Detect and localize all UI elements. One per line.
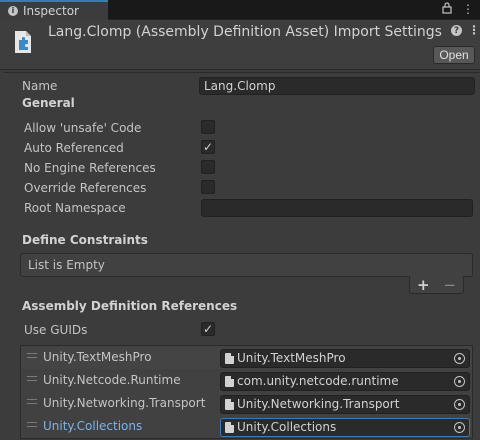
define-constraints-list: List is Empty [20, 253, 473, 277]
root-namespace-label: Root Namespace [24, 201, 126, 215]
asset-header: Lang.Clomp (Assembly Definition Asset) I… [0, 20, 480, 70]
reference-asset-name: Unity.TextMeshPro [237, 351, 346, 365]
assembly-definition-icon [12, 30, 34, 54]
lock-icon[interactable] [442, 2, 452, 17]
checkmark-icon: ✓ [202, 322, 214, 336]
use-guids-checkbox[interactable]: ✓ [201, 322, 215, 336]
reference-row-selected[interactable]: Unity.Collections Unity.Collections [21, 416, 472, 438]
use-guids-label: Use GUIDs [24, 323, 88, 337]
object-picker-icon[interactable] [454, 353, 465, 364]
reference-row[interactable]: Unity.Netcode.Runtime com.unity.netcode.… [21, 370, 472, 392]
open-button[interactable]: Open [433, 46, 475, 64]
reference-object-field[interactable]: Unity.TextMeshPro [220, 349, 470, 368]
info-icon: i [8, 6, 18, 16]
remove-constraint-button[interactable]: − [443, 276, 456, 294]
define-constraints-header: Define Constraints [22, 233, 148, 247]
auto-referenced-checkbox[interactable]: ✓ [201, 140, 215, 154]
inspector-tab-label: Inspector [23, 4, 79, 18]
kebab-menu-icon[interactable]: ⋮ [462, 2, 474, 17]
reference-row[interactable]: Unity.Networking.Transport Unity.Network… [21, 393, 472, 415]
name-field[interactable]: Lang.Clomp [199, 77, 475, 95]
drag-handle-icon[interactable] [27, 353, 37, 361]
object-picker-icon[interactable] [454, 422, 465, 433]
reference-object-field[interactable]: Unity.Collections [220, 418, 470, 437]
drag-handle-icon[interactable] [27, 399, 37, 407]
reference-asset-name: Unity.Collections [237, 420, 337, 434]
name-label: Name [22, 79, 58, 93]
asset-title: Lang.Clomp (Assembly Definition Asset) I… [48, 24, 442, 40]
add-constraint-button[interactable]: + [417, 276, 430, 294]
root-namespace-field[interactable] [201, 199, 473, 217]
header-divider [4, 72, 480, 73]
assembly-references-header: Assembly Definition References [22, 299, 238, 313]
override-references-label: Override References [24, 181, 147, 195]
override-references-checkbox[interactable] [201, 180, 215, 194]
drag-handle-icon[interactable] [27, 376, 37, 384]
allow-unsafe-label: Allow 'unsafe' Code [24, 121, 142, 135]
list-empty-text: List is Empty [28, 258, 105, 272]
checkmark-icon: ✓ [202, 140, 214, 154]
reference-asset-name: Unity.Networking.Transport [237, 397, 400, 411]
object-picker-icon[interactable] [454, 399, 465, 410]
asset-file-icon [225, 399, 234, 410]
help-icon[interactable]: ? [451, 25, 462, 36]
asset-file-icon [225, 376, 234, 387]
window-tab-bar: i Inspector ⋮ [0, 0, 480, 20]
object-picker-icon[interactable] [454, 376, 465, 387]
reference-name: Unity.Networking.Transport [43, 396, 206, 410]
inspector-panel: Lang.Clomp (Assembly Definition Asset) I… [0, 20, 480, 440]
reference-name: Unity.Netcode.Runtime [43, 373, 181, 387]
no-engine-references-checkbox[interactable] [201, 160, 215, 174]
reference-name: Unity.TextMeshPro [43, 350, 152, 364]
auto-referenced-label: Auto Referenced [24, 141, 124, 155]
asset-file-icon [225, 422, 234, 433]
reference-object-field[interactable]: Unity.Networking.Transport [220, 395, 470, 414]
asset-file-icon [225, 353, 234, 364]
drag-handle-icon[interactable] [27, 422, 37, 430]
reference-name: Unity.Collections [43, 419, 143, 433]
reference-object-field[interactable]: com.unity.netcode.runtime [220, 372, 470, 391]
context-menu-icon[interactable]: ⋮ [468, 23, 480, 37]
no-engine-references-label: No Engine References [24, 161, 156, 175]
allow-unsafe-checkbox[interactable] [201, 120, 215, 134]
list-footer: + − [409, 276, 464, 294]
reference-asset-name: com.unity.netcode.runtime [237, 374, 399, 388]
assembly-references-list: Unity.TextMeshPro Unity.TextMeshPro Unit… [20, 345, 473, 439]
reference-row[interactable]: Unity.TextMeshPro Unity.TextMeshPro [21, 347, 472, 369]
general-header: General [22, 96, 75, 110]
inspector-tab[interactable]: i Inspector [0, 0, 108, 20]
tab-controls: ⋮ [442, 2, 474, 17]
